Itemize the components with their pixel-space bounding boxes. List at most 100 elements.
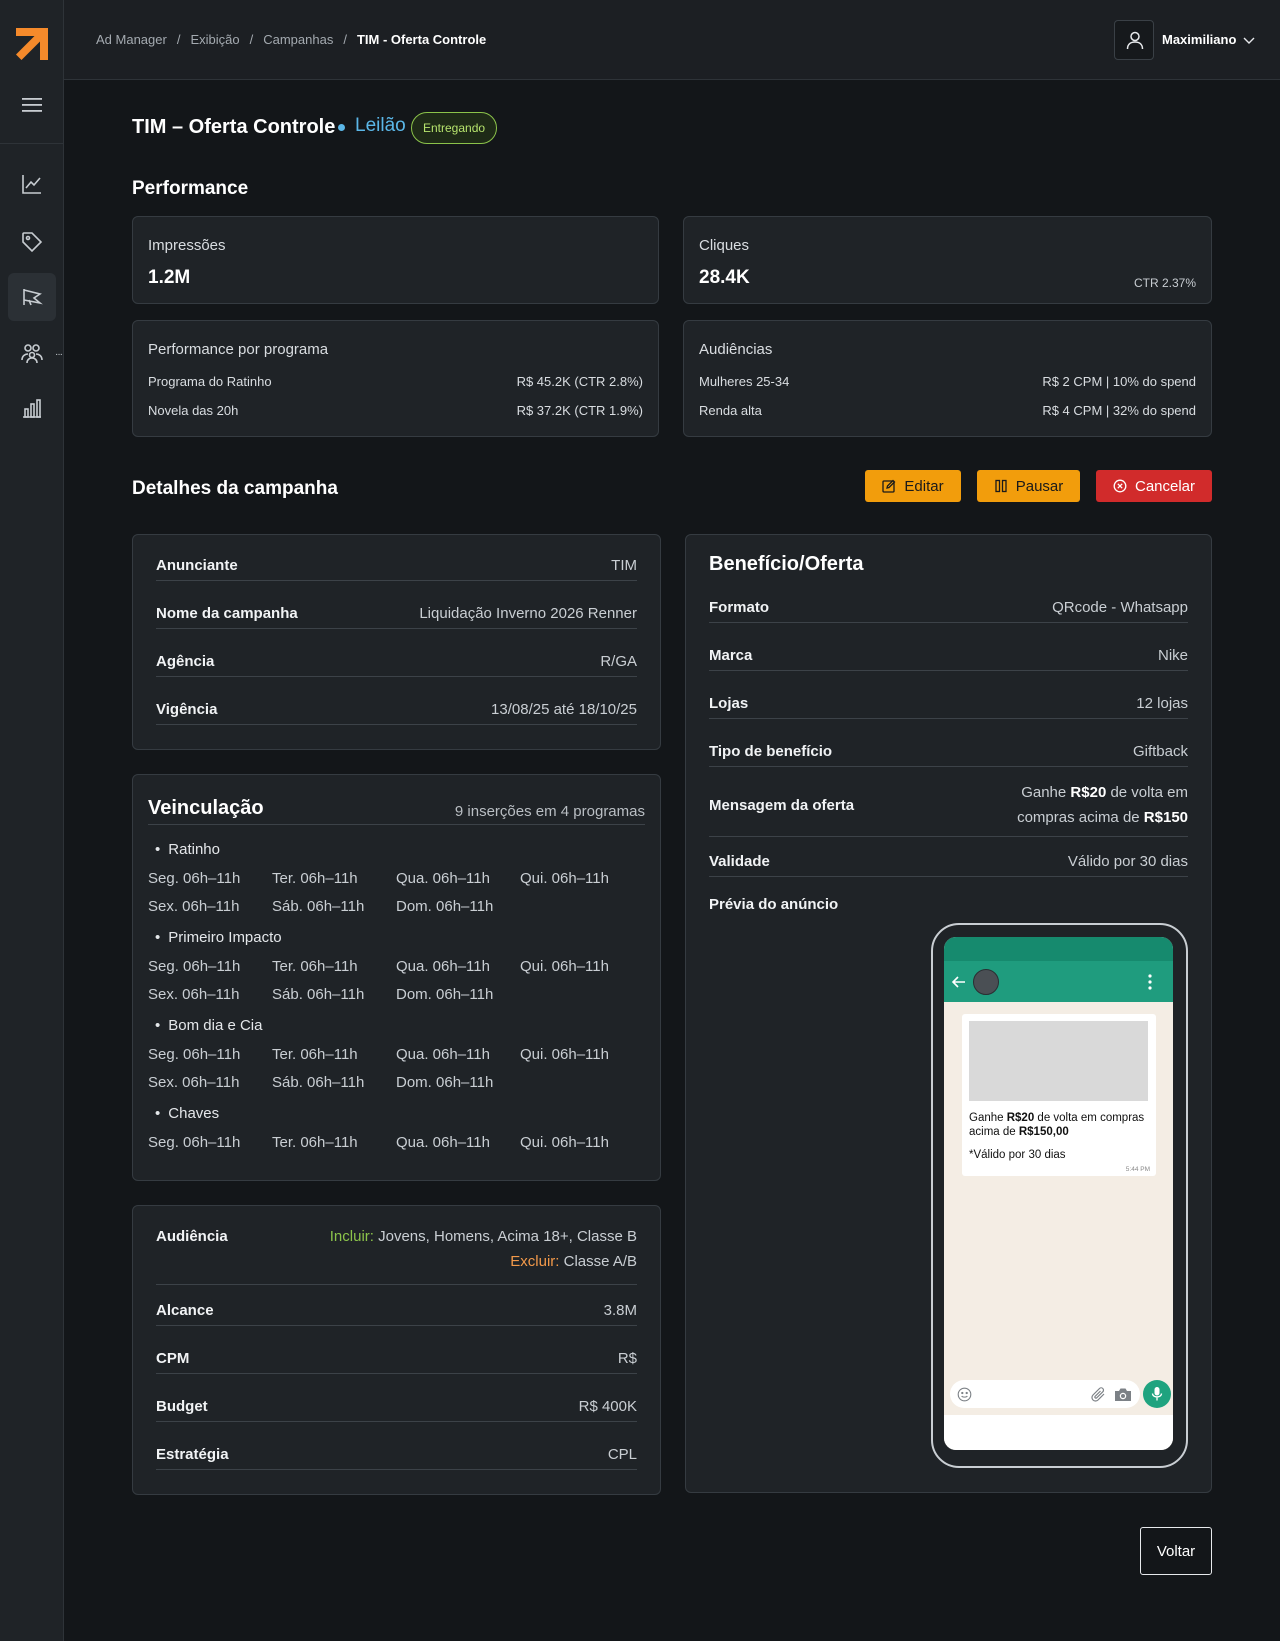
exclude-value: Classe A/B [563, 1253, 637, 1270]
info-label: Vigência [156, 701, 218, 718]
schedule-slot: Sex. 06h–11h [148, 1074, 240, 1091]
megaphone-icon[interactable] [20, 285, 44, 309]
include-label: Incluir: [329, 1228, 374, 1245]
attach-icon[interactable] [1090, 1386, 1107, 1403]
chevron-down-icon[interactable] [1242, 33, 1256, 47]
offer-value: Nike [1157, 647, 1188, 664]
include-value: Jovens, Homens, Acima 18+, Classe B [378, 1228, 637, 1245]
user-name[interactable]: Maximiliano [1162, 32, 1236, 47]
contact-avatar[interactable] [973, 969, 999, 995]
tag-icon[interactable] [20, 230, 44, 254]
schedule-slot: Sáb. 06h–11h [272, 986, 365, 1003]
program-value: R$ 37.2K (CTR 1.9%) [516, 403, 643, 418]
user-icon [1126, 31, 1144, 50]
impressions-card: Impressões 1.2M [132, 216, 659, 304]
more-vertical-icon[interactable] [1148, 973, 1152, 991]
offer-row-validity: Validade Válido por 30 dias [709, 853, 1188, 877]
screen-bottom-area [944, 1415, 1173, 1450]
message-amount: R$20 [1070, 784, 1107, 801]
offer-row-message: Mensagem da oferta Ganhe R$20 de volta e… [709, 780, 1188, 837]
breadcrumb-item-campanhas[interactable]: Campanhas [263, 32, 333, 47]
message-text: compras acima de [1017, 809, 1144, 826]
audience-row: Renda alta R$ 4 CPM | 32% do spend [699, 403, 1196, 418]
back-button[interactable]: Voltar [1140, 1527, 1212, 1575]
metric-label: CPM [156, 1350, 190, 1367]
cancel-icon [1113, 479, 1127, 493]
schedule-slot: Sáb. 06h–11h [272, 1074, 365, 1091]
info-value: R/GA [600, 653, 637, 670]
info-row-campaign-name: Nome da campanha Liquidação Inverno 2026… [156, 605, 637, 629]
message-text: Ganhe [1021, 784, 1071, 801]
offer-value: Giftback [1132, 743, 1188, 760]
offer-row-stores: Lojas 12 lojas [709, 695, 1188, 719]
message-text: de volta em [1106, 784, 1188, 801]
schedule-slot: Ter. 06h–11h [272, 870, 358, 887]
user-avatar-button[interactable] [1114, 20, 1154, 60]
schedule-slot: Qua. 06h–11h [396, 1046, 490, 1063]
schedule-slot: Seg. 06h–11h [148, 958, 241, 975]
campaign-info-card: Anunciante TIM Nome da campanha Liquidaç… [132, 534, 661, 750]
edit-icon [882, 479, 896, 493]
program-name: Primeiro Impacto [155, 929, 281, 946]
audience-value: R$ 4 CPM | 32% do spend [1042, 403, 1196, 418]
metric-value: R$ [617, 1350, 637, 1367]
breadcrumb-separator: / [249, 32, 254, 47]
program-name: Ratinho [155, 841, 220, 858]
status-badge: Entregando [411, 112, 498, 144]
sidebar-more-dots[interactable]: ··· [55, 349, 63, 360]
audience-value: R$ 2 CPM | 10% do spend [1042, 374, 1196, 389]
metric-row-reach: Alcance 3.8M [156, 1302, 637, 1326]
audiences-card: Audiências Mulheres 25-34 R$ 2 CPM | 10%… [683, 320, 1212, 437]
program-row: Programa do Ratinho R$ 45.2K (CTR 2.8%) [148, 374, 643, 389]
mic-button[interactable] [1143, 1380, 1171, 1408]
cancel-button[interactable]: Cancelar [1096, 470, 1212, 502]
bubble-amount: R$150,00 [1018, 1126, 1069, 1138]
image-placeholder [969, 1021, 1148, 1101]
back-arrow-icon[interactable] [951, 974, 967, 990]
pause-button[interactable]: Pausar [977, 470, 1080, 502]
schedule-slot: Qua. 06h–11h [396, 958, 490, 975]
metric-label: Alcance [156, 1302, 214, 1319]
bar-chart-icon[interactable] [20, 396, 44, 420]
performance-heading: Performance [132, 178, 249, 199]
audience-value: Incluir: Jovens, Homens, Acima 18+, Clas… [330, 1224, 637, 1274]
sidebar-divider [0, 143, 64, 144]
bubble-time: 5:44 PM [1125, 1166, 1150, 1173]
hamburger-menu-icon[interactable] [20, 94, 44, 116]
users-group-icon[interactable] [20, 341, 44, 365]
program-name: Bom dia e Cia [155, 1017, 262, 1034]
offer-label: Tipo de benefício [709, 743, 833, 760]
pause-button-label: Pausar [1015, 477, 1064, 495]
emoji-icon[interactable] [957, 1387, 972, 1402]
schedule-slot: Qui. 06h–11h [520, 870, 609, 887]
info-label: Anunciante [156, 557, 238, 574]
offer-value: 12 lojas [1136, 695, 1188, 712]
veiculacao-summary: 9 inserções em 4 programas [454, 803, 645, 820]
bubble-amount: R$20 [1006, 1112, 1035, 1124]
program-name: Novela das 20h [148, 403, 239, 418]
schedule-slot: Seg. 06h–11h [148, 1134, 241, 1151]
edit-button[interactable]: Editar [865, 470, 961, 502]
metric-label: Estratégia [156, 1446, 229, 1463]
schedule-slot: Seg. 06h–11h [148, 1046, 241, 1063]
logo-arrow-icon[interactable] [14, 26, 50, 62]
audience-row: Audiência Incluir: Jovens, Homens, Acima… [156, 1224, 637, 1285]
metric-row-budget: Budget R$ 400K [156, 1398, 637, 1422]
schedule-slot: Seg. 06h–11h [148, 870, 241, 887]
schedule-slot: Qui. 06h–11h [520, 958, 609, 975]
message-input[interactable] [950, 1380, 1140, 1408]
offer-label: Marca [709, 647, 753, 664]
breadcrumb-item-exibicao[interactable]: Exibição [190, 32, 239, 47]
impressions-value: 1.2M [148, 267, 191, 288]
top-bar: Ad Manager / Exibição / Campanhas / TIM … [64, 0, 1280, 80]
ctr-value: CTR 2.37% [1133, 276, 1196, 290]
camera-icon[interactable] [1113, 1386, 1133, 1403]
page-title: TIM – Oferta Controle [132, 116, 336, 138]
chart-line-icon[interactable] [20, 172, 44, 196]
breadcrumb-item-ad-manager[interactable]: Ad Manager [96, 32, 167, 47]
audience-metrics-card: Audiência Incluir: Jovens, Homens, Acima… [132, 1205, 661, 1495]
schedule-slot: Qui. 06h–11h [520, 1134, 609, 1151]
program-name: Chaves [155, 1105, 219, 1122]
veiculacao-title: Veinculação [148, 797, 264, 819]
info-row-agency: Agência R/GA [156, 653, 637, 677]
